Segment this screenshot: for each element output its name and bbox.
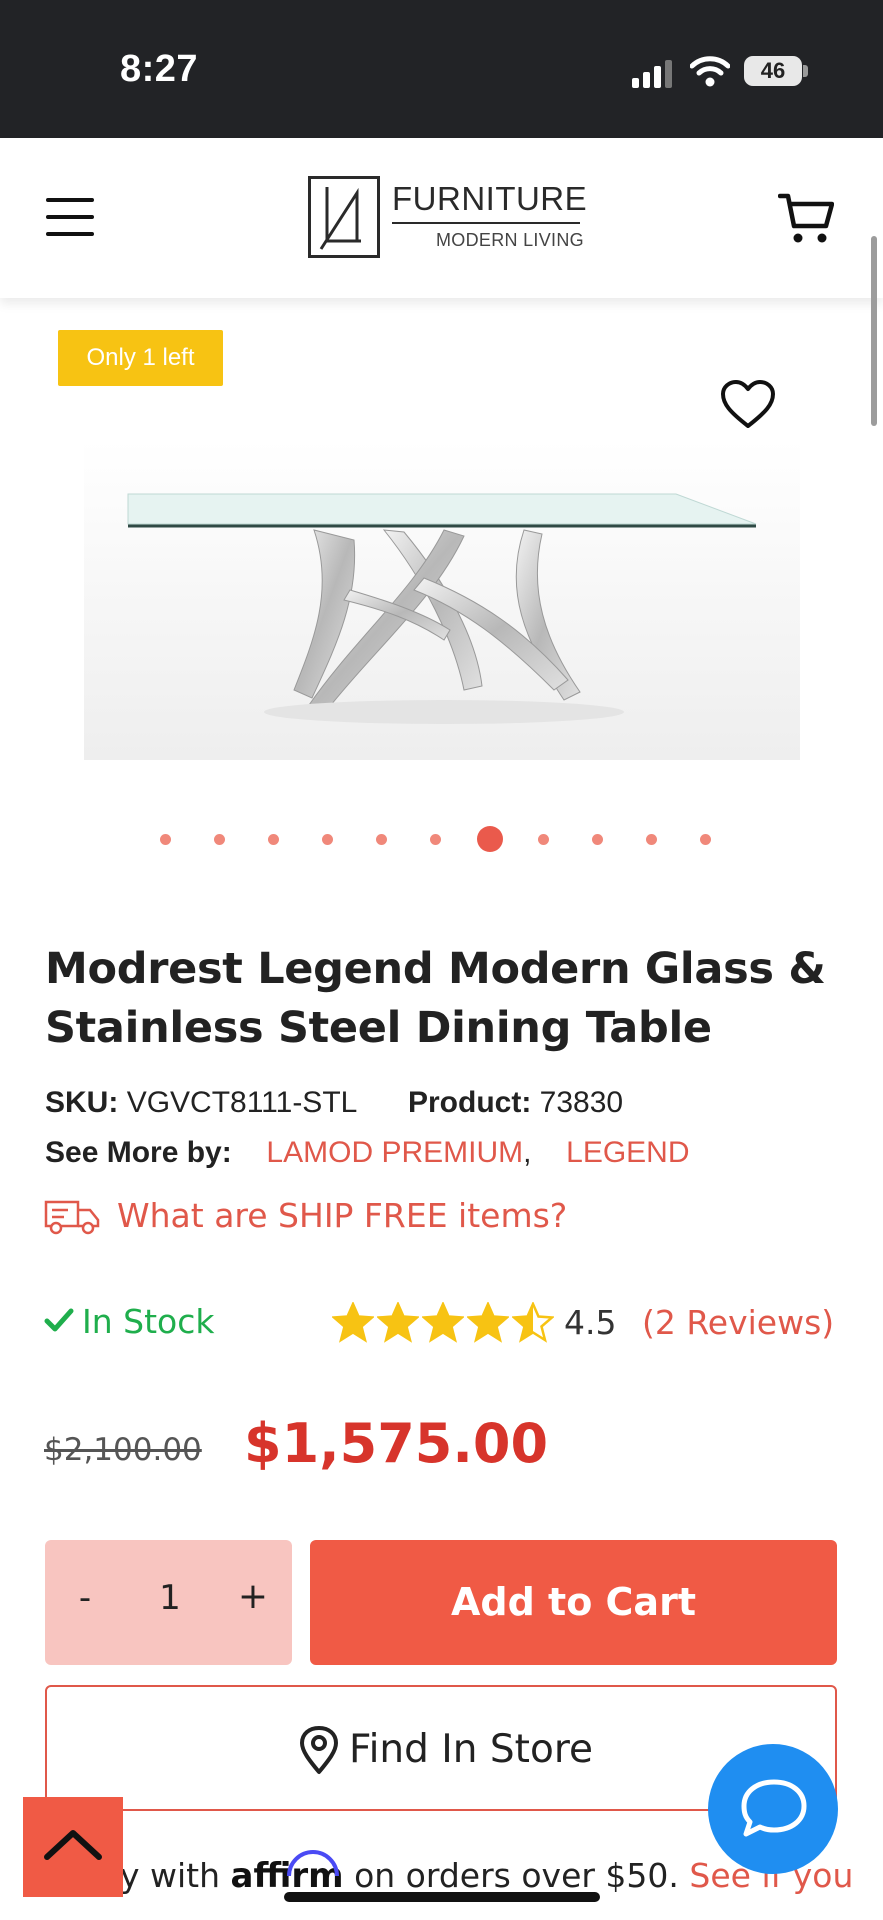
sale-price: $1,575.00	[244, 1412, 549, 1475]
product-image[interactable]	[84, 440, 800, 760]
affirm-arc-icon	[286, 1850, 339, 1877]
quantity-increase-button[interactable]: +	[231, 1576, 275, 1617]
carousel-dot[interactable]	[376, 834, 387, 845]
stock-badge: Only 1 left	[58, 330, 223, 386]
add-to-cart-button[interactable]: Add to Cart	[310, 1540, 837, 1665]
see-more-line: See More by: LAMOD PREMIUM, LEGEND	[45, 1136, 690, 1170]
brand-separator: ,	[523, 1136, 532, 1169]
sku-label: SKU:	[45, 1086, 119, 1119]
carousel-dot[interactable]	[477, 826, 503, 852]
carousel-dot[interactable]	[592, 834, 603, 845]
chat-button[interactable]	[708, 1744, 838, 1874]
carousel-dot[interactable]	[160, 834, 171, 845]
sku-value: VGVCT8111-STL	[126, 1086, 358, 1119]
battery-tip	[803, 65, 808, 77]
quantity-stepper: - 1 +	[45, 1540, 292, 1665]
signal-icon	[632, 60, 672, 88]
affirm-logo: affirm	[231, 1850, 344, 1896]
quantity-decrease-button[interactable]: -	[65, 1578, 105, 1618]
find-in-store-label: Find In Store	[349, 1727, 593, 1772]
carousel-dot[interactable]	[646, 834, 657, 845]
see-more-label: See More by:	[45, 1136, 232, 1169]
logo-mark	[308, 176, 380, 258]
star-icon	[422, 1302, 464, 1343]
battery-indicator: 46	[744, 56, 802, 86]
product-number-label: Product:	[408, 1086, 532, 1119]
status-time: 8:27	[120, 48, 199, 90]
check-icon	[44, 1308, 74, 1332]
chevron-up-icon	[44, 1830, 102, 1860]
site-header: FURNITURE MODERN LIVING	[0, 138, 883, 298]
reviews-link[interactable]: (2 Reviews)	[642, 1303, 834, 1342]
affirm-middle: on orders over $50.	[343, 1856, 690, 1895]
stock-status-label: In Stock	[82, 1302, 215, 1341]
affirm-prefix: y with	[120, 1856, 231, 1895]
quantity-value[interactable]: 1	[135, 1578, 205, 1618]
scrollbar[interactable]	[871, 236, 877, 426]
rating-value: 4.5	[564, 1303, 617, 1342]
carousel-dot[interactable]	[268, 834, 279, 845]
wifi-icon	[690, 56, 730, 87]
carousel-dot[interactable]	[430, 834, 441, 845]
product-number-line: Product: 73830	[408, 1086, 623, 1120]
carousel-dot[interactable]	[700, 834, 711, 845]
home-indicator	[284, 1892, 600, 1902]
menu-icon[interactable]	[46, 196, 96, 238]
ship-free-link[interactable]: What are SHIP FREE items?	[117, 1196, 567, 1235]
star-icon	[512, 1302, 554, 1343]
back-to-top-button[interactable]	[23, 1797, 123, 1897]
product-number-value: 73830	[539, 1086, 624, 1119]
logo-subtitle: MODERN LIVING	[436, 230, 584, 250]
carousel-dot[interactable]	[214, 834, 225, 845]
truck-icon	[44, 1200, 100, 1235]
star-icon	[332, 1302, 374, 1343]
star-icon	[377, 1302, 419, 1343]
brand-link-legend[interactable]: LEGEND	[566, 1136, 689, 1169]
logo-title: FURNITURE	[392, 180, 588, 217]
brand-link-lamod-premium[interactable]: LAMOD PREMIUM	[266, 1136, 523, 1169]
status-bar: 8:27 46	[0, 0, 883, 138]
map-pin-icon	[300, 1726, 338, 1774]
star-icon	[467, 1302, 509, 1343]
product-title: Modrest Legend Modern Glass & Stainless …	[45, 944, 826, 1053]
sku-line: SKU: VGVCT8111-STL	[45, 1086, 357, 1120]
cart-icon[interactable]	[778, 190, 834, 246]
heart-icon[interactable]	[720, 380, 776, 430]
original-price: $2,100.00	[44, 1432, 202, 1468]
logo-divider	[392, 222, 580, 224]
carousel-dot[interactable]	[538, 834, 549, 845]
site-logo[interactable]: FURNITURE MODERN LIVING	[306, 174, 588, 260]
stock-status: In Stock	[44, 1302, 214, 1341]
carousel-dot[interactable]	[322, 834, 333, 845]
chat-icon	[741, 1779, 807, 1837]
